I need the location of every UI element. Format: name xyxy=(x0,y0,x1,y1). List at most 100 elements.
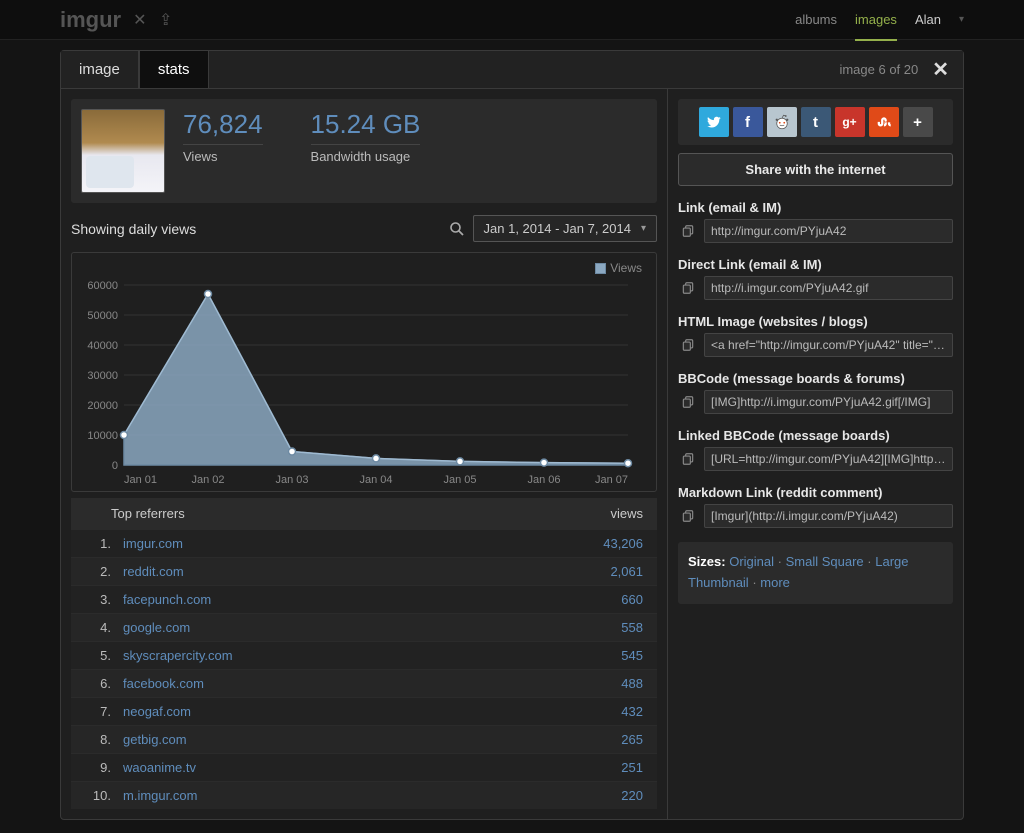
rank: 8. xyxy=(85,732,111,747)
svg-text:50000: 50000 xyxy=(87,310,118,322)
sep: · xyxy=(778,554,782,569)
sep: · xyxy=(752,575,756,590)
nav-albums[interactable]: albums xyxy=(795,12,837,27)
table-row: 6. facebook.com 488 xyxy=(71,669,657,697)
chart-container: Views 0100002000030000400005000060000Jan… xyxy=(71,252,657,492)
referrer-views: 251 xyxy=(621,760,643,775)
referrer-views: 545 xyxy=(621,648,643,663)
search-icon[interactable] xyxy=(449,221,465,237)
chart-toolbar: Showing daily views Jan 1, 2014 - Jan 7,… xyxy=(71,215,657,242)
panel-header: image stats image 6 of 20 ✕ xyxy=(61,51,963,89)
referrer-link[interactable]: m.imgur.com xyxy=(123,788,197,803)
link-row xyxy=(678,276,953,300)
referrer-link[interactable]: getbig.com xyxy=(123,732,187,747)
copy-icon[interactable] xyxy=(678,506,698,526)
more-share-icon[interactable]: + xyxy=(903,107,933,137)
nav-user[interactable]: Alan xyxy=(915,12,941,27)
rank: 2. xyxy=(85,564,111,579)
rank: 6. xyxy=(85,676,111,691)
table-row: 8. getbig.com 265 xyxy=(71,725,657,753)
copy-icon[interactable] xyxy=(678,335,698,355)
referrer-link[interactable]: waoanime.tv xyxy=(123,760,196,775)
link-row xyxy=(678,504,953,528)
googleplus-icon[interactable]: g+ xyxy=(835,107,865,137)
legend-swatch xyxy=(595,263,606,274)
share-button[interactable]: Share with the internet xyxy=(678,153,953,186)
referrer-views: 43,206 xyxy=(603,536,643,551)
svg-text:60000: 60000 xyxy=(87,280,118,292)
svg-text:10000: 10000 xyxy=(87,430,118,442)
referrers-header: Top referrers views xyxy=(71,498,657,529)
referrer-views: 660 xyxy=(621,592,643,607)
svg-text:Jan 01: Jan 01 xyxy=(124,474,157,486)
table-row: 7.neogaf.com432 xyxy=(71,697,657,725)
link-section: BBCode (message boards & forums) xyxy=(678,371,953,414)
referrers-table: Top referrers views 1.imgur.com43,2062.r… xyxy=(71,498,657,809)
referrer-link[interactable]: imgur.com xyxy=(123,536,183,551)
referrer-link[interactable]: skyscrapercity.com xyxy=(123,648,233,663)
link-section: Linked BBCode (message boards) xyxy=(678,428,953,471)
user-menu-chevron-icon[interactable]: ▾ xyxy=(959,14,964,25)
referrer-link[interactable]: facepunch.com xyxy=(123,592,211,607)
reddit-icon[interactable] xyxy=(767,107,797,137)
referrer-views: 220 xyxy=(621,788,643,803)
tab-image[interactable]: image xyxy=(61,51,139,88)
rank: 9. xyxy=(85,760,111,775)
size-original[interactable]: Original xyxy=(729,554,774,569)
svg-text:Jan 05: Jan 05 xyxy=(443,474,476,486)
copy-icon[interactable] xyxy=(678,449,698,469)
upload-icon[interactable]: ⇪ xyxy=(159,12,172,29)
link-label: HTML Image (websites / blogs) xyxy=(678,314,953,329)
size-more[interactable]: more xyxy=(760,575,790,590)
copy-icon[interactable] xyxy=(678,278,698,298)
svg-text:Jan 02: Jan 02 xyxy=(191,474,224,486)
close-icon[interactable]: ✕ xyxy=(932,57,949,82)
link-row xyxy=(678,447,953,471)
stumbleupon-icon[interactable] xyxy=(869,107,899,137)
svg-text:Jan 04: Jan 04 xyxy=(359,474,392,486)
link-input[interactable] xyxy=(704,219,953,243)
facebook-icon[interactable]: f xyxy=(733,107,763,137)
sizes-box: Sizes: Original · Small Square · Large T… xyxy=(678,542,953,604)
svg-text:Jan 07: Jan 07 xyxy=(595,474,628,486)
table-row: 9. waoanime.tv 251 xyxy=(71,753,657,781)
link-input[interactable] xyxy=(704,390,953,414)
brand-logo[interactable]: imgur xyxy=(60,7,121,33)
svg-text:Jan 03: Jan 03 xyxy=(275,474,308,486)
twitter-icon[interactable] xyxy=(699,107,729,137)
link-section: Markdown Link (reddit comment) xyxy=(678,485,953,528)
link-input[interactable] xyxy=(704,333,953,357)
copy-icon[interactable] xyxy=(678,392,698,412)
chevron-down-icon: ▾ xyxy=(641,223,646,234)
date-range-dropdown[interactable]: Jan 1, 2014 - Jan 7, 2014 ▾ xyxy=(473,215,657,242)
top-icons: ✕ ⇪ xyxy=(133,10,180,30)
referrer-views: 488 xyxy=(621,676,643,691)
link-input[interactable] xyxy=(704,447,953,471)
referrer-views: 2,061 xyxy=(610,564,643,579)
link-input[interactable] xyxy=(704,276,953,300)
image-thumbnail[interactable] xyxy=(81,109,165,193)
table-row: 10. m.imgur.com 220 xyxy=(71,781,657,809)
size-small-square[interactable]: Small Square xyxy=(786,554,864,569)
nav-images[interactable]: images xyxy=(855,12,897,41)
rank: 5. xyxy=(85,648,111,663)
left-column: 76,824 Views 15.24 GB Bandwidth usage Sh… xyxy=(61,89,668,819)
header-right: image 6 of 20 ✕ xyxy=(839,57,963,82)
legend-label: Views xyxy=(610,261,642,275)
rank: 3. xyxy=(85,592,111,607)
shuffle-icon[interactable]: ✕ xyxy=(133,12,146,29)
referrer-link[interactable]: reddit.com xyxy=(123,564,184,579)
table-row: 4.google.com558 xyxy=(71,613,657,641)
copy-icon[interactable] xyxy=(678,221,698,241)
link-input[interactable] xyxy=(704,504,953,528)
share-icons: f t g+ + xyxy=(678,99,953,145)
referrer-link[interactable]: facebook.com xyxy=(123,676,204,691)
rank: 10. xyxy=(85,788,111,803)
referrer-link[interactable]: google.com xyxy=(123,620,190,635)
tumblr-icon[interactable]: t xyxy=(801,107,831,137)
referrer-views: 265 xyxy=(621,732,643,747)
referrer-link[interactable]: neogaf.com xyxy=(123,704,191,719)
link-section: HTML Image (websites / blogs) xyxy=(678,314,953,357)
table-row: 5. skyscrapercity.com 545 xyxy=(71,641,657,669)
tab-stats[interactable]: stats xyxy=(139,51,209,88)
